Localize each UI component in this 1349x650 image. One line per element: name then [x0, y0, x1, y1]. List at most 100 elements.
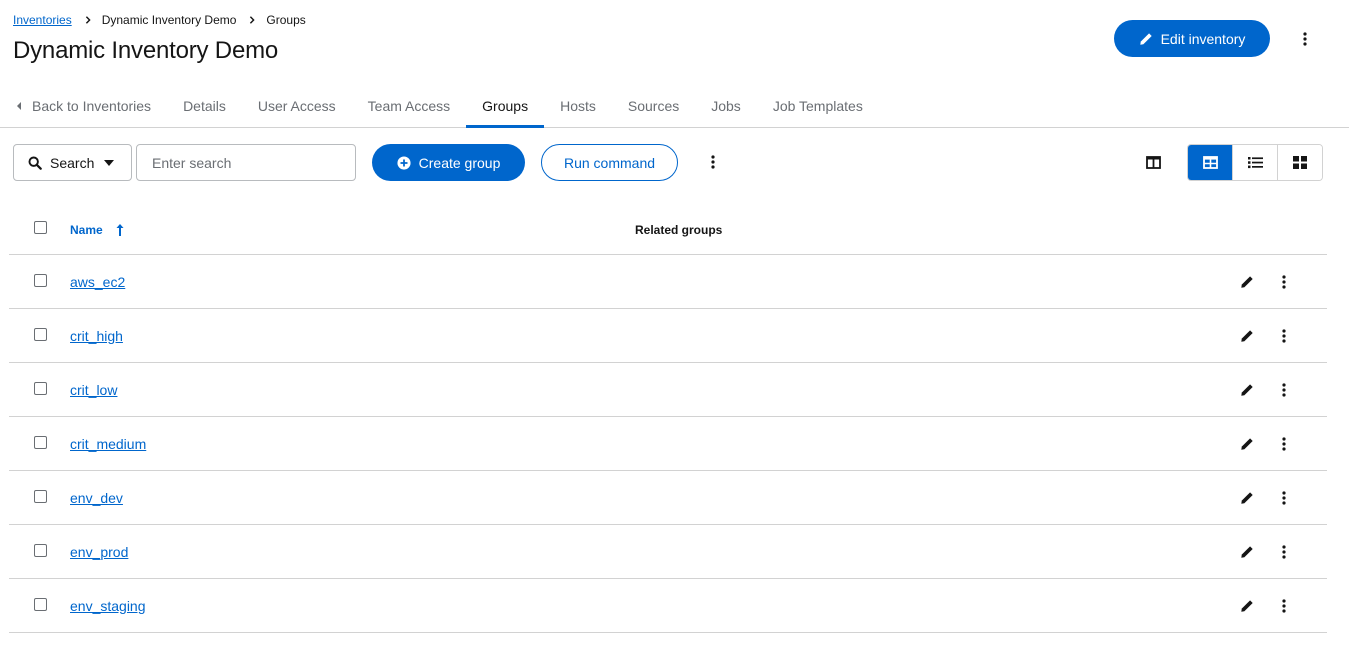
- run-command-label: Run command: [563, 154, 656, 171]
- group-name-link[interactable]: crit_low: [70, 382, 117, 398]
- table-row: env_staging: [9, 579, 1327, 633]
- search-input[interactable]: [136, 144, 356, 181]
- row-checkbox[interactable]: [34, 436, 47, 449]
- group-name-link[interactable]: crit_high: [70, 328, 123, 344]
- chevron-right-icon: [85, 16, 91, 24]
- row-edit-button[interactable]: [1238, 273, 1256, 291]
- search-filter-select[interactable]: Search: [13, 144, 132, 181]
- row-checkbox[interactable]: [34, 328, 47, 341]
- create-group-button[interactable]: Create group: [372, 144, 525, 181]
- table-row: aws_ec2: [9, 255, 1327, 309]
- pencil-icon: [1241, 276, 1253, 288]
- kebab-icon: [1282, 545, 1286, 559]
- grid-view-icon: [1293, 156, 1307, 169]
- row-edit-button[interactable]: [1238, 489, 1256, 507]
- tab-hosts[interactable]: Hosts: [544, 84, 612, 127]
- kebab-icon: [1282, 383, 1286, 397]
- table-row: crit_high: [9, 309, 1327, 363]
- toolbar-kebab-menu[interactable]: [703, 152, 723, 172]
- column-header-label: Name: [70, 223, 103, 237]
- pencil-icon: [1241, 438, 1253, 450]
- breadcrumb-item-groups: Groups: [266, 13, 306, 27]
- table-view-button[interactable]: [1188, 145, 1233, 180]
- tab-label: Sources: [627, 97, 680, 114]
- view-toggle-group: [1187, 144, 1323, 181]
- tab-label: Team Access: [367, 97, 451, 114]
- kebab-icon: [1282, 275, 1286, 289]
- row-checkbox[interactable]: [34, 544, 47, 557]
- breadcrumb: Inventories Dynamic Inventory Demo Group…: [13, 13, 306, 27]
- tab-label: Jobs: [711, 97, 741, 114]
- row-edit-button[interactable]: [1238, 543, 1256, 561]
- tab-label: Hosts: [560, 97, 596, 114]
- groups-table: Name Related groups aws_ec2 crit_high cr…: [9, 205, 1327, 633]
- table-header: Name Related groups: [9, 205, 1327, 255]
- breadcrumb-item-inventory: Dynamic Inventory Demo: [101, 13, 237, 27]
- tab-label: Groups: [482, 97, 529, 114]
- table-row: crit_low: [9, 363, 1327, 417]
- group-name-link[interactable]: env_prod: [70, 544, 128, 560]
- group-name-link[interactable]: env_dev: [70, 490, 123, 506]
- kebab-icon: [711, 155, 715, 169]
- tab-label: User Access: [257, 97, 336, 114]
- tab-details[interactable]: Details: [167, 84, 242, 127]
- row-checkbox[interactable]: [34, 274, 47, 287]
- pencil-icon: [1241, 492, 1253, 504]
- column-header-related-groups: Related groups: [635, 223, 723, 237]
- row-kebab-menu[interactable]: [1275, 489, 1293, 507]
- group-name-link[interactable]: crit_medium: [70, 436, 146, 452]
- tab-user-access[interactable]: User Access: [242, 84, 352, 127]
- tab-team-access[interactable]: Team Access: [352, 84, 466, 127]
- page-title: Dynamic Inventory Demo: [13, 37, 279, 64]
- table-row: crit_medium: [9, 417, 1327, 471]
- search-filter-label: Search: [50, 154, 95, 171]
- grid-view-button[interactable]: [1278, 145, 1322, 180]
- kebab-icon: [1282, 437, 1286, 451]
- kebab-icon: [1282, 329, 1286, 343]
- run-command-button[interactable]: Run command: [541, 144, 678, 181]
- kebab-icon: [1282, 491, 1286, 505]
- pencil-icon: [1139, 32, 1152, 45]
- row-edit-button[interactable]: [1238, 435, 1256, 453]
- edit-inventory-button[interactable]: Edit inventory: [1114, 20, 1270, 57]
- row-checkbox[interactable]: [34, 382, 47, 395]
- list-view-button[interactable]: [1233, 145, 1278, 180]
- tab-bar: Back to Inventories Details User Access …: [0, 84, 1349, 128]
- create-group-label: Create group: [418, 154, 501, 171]
- row-checkbox[interactable]: [34, 598, 47, 611]
- row-kebab-menu[interactable]: [1275, 327, 1293, 345]
- manage-columns-button[interactable]: [1141, 150, 1165, 174]
- tab-sources[interactable]: Sources: [612, 84, 695, 127]
- row-checkbox[interactable]: [34, 490, 47, 503]
- breadcrumb-link-inventories[interactable]: Inventories: [13, 13, 72, 27]
- row-edit-button[interactable]: [1238, 381, 1256, 399]
- group-name-link[interactable]: env_staging: [70, 598, 146, 614]
- row-edit-button[interactable]: [1238, 597, 1256, 615]
- tab-groups[interactable]: Groups: [466, 84, 545, 128]
- table-row: env_prod: [9, 525, 1327, 579]
- kebab-icon: [1282, 599, 1286, 613]
- row-kebab-menu[interactable]: [1275, 381, 1293, 399]
- column-header-name[interactable]: Name: [70, 223, 124, 237]
- edit-inventory-label: Edit inventory: [1160, 30, 1246, 47]
- caret-left-icon: [17, 101, 21, 110]
- sort-ascending-icon: [116, 224, 124, 236]
- group-name-link[interactable]: aws_ec2: [70, 274, 125, 290]
- tab-jobs[interactable]: Jobs: [695, 84, 757, 127]
- tab-back-to-inventories[interactable]: Back to Inventories: [0, 84, 167, 127]
- tab-label: Details: [183, 97, 226, 114]
- pencil-icon: [1241, 600, 1253, 612]
- row-kebab-menu[interactable]: [1275, 273, 1293, 291]
- pencil-icon: [1241, 384, 1253, 396]
- row-kebab-menu[interactable]: [1275, 435, 1293, 453]
- search-icon: [28, 156, 42, 170]
- kebab-icon: [1303, 32, 1307, 46]
- row-edit-button[interactable]: [1238, 327, 1256, 345]
- select-all-checkbox[interactable]: [34, 221, 47, 234]
- row-kebab-menu[interactable]: [1275, 543, 1293, 561]
- row-kebab-menu[interactable]: [1275, 597, 1293, 615]
- tab-label: Job Templates: [772, 97, 863, 114]
- tab-job-templates[interactable]: Job Templates: [757, 84, 879, 127]
- header-kebab-menu[interactable]: [1294, 28, 1316, 50]
- plus-circle-icon: [397, 155, 411, 170]
